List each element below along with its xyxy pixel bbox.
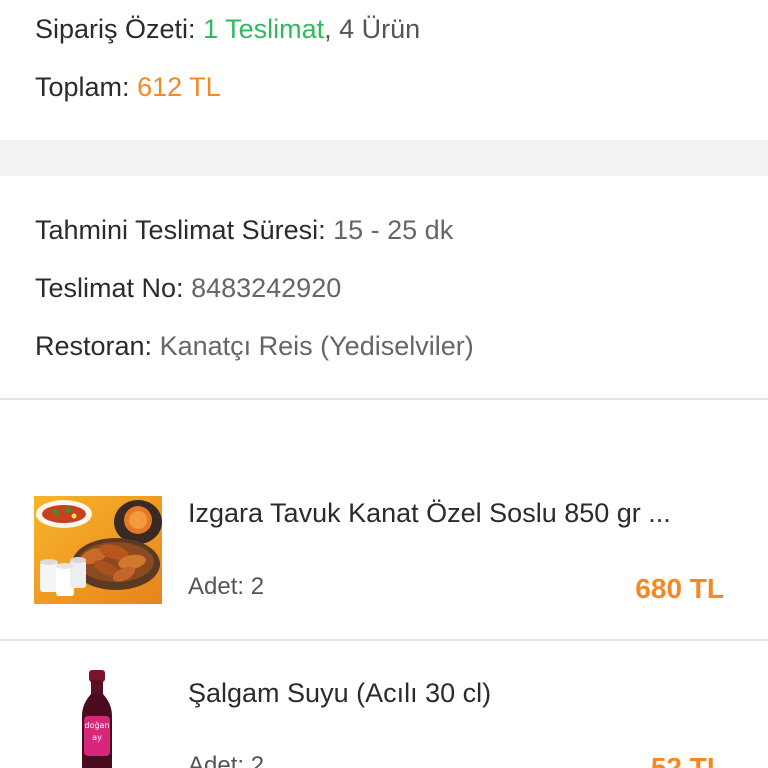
order-detail-page: Sipariş Özeti: 1 Teslimat, 4 Ürün Toplam… bbox=[0, 0, 768, 768]
total-line: Toplam: 612 TL bbox=[35, 70, 221, 104]
divider bbox=[0, 639, 768, 641]
restaurant-label: Restoran: bbox=[35, 331, 153, 361]
section-separator bbox=[0, 140, 768, 176]
restaurant-value[interactable]: Kanatçı Reis (Yediselviler) bbox=[160, 331, 474, 361]
delivery-count: 1 Teslimat bbox=[203, 14, 325, 44]
item-count: , 4 Ürün bbox=[324, 14, 421, 44]
order-summary-section: Sipariş Özeti: 1 Teslimat, 4 Ürün Toplam… bbox=[0, 0, 768, 140]
product-quantity: Adet: 2 bbox=[188, 573, 265, 600]
eta-label: Tahmini Teslimat Süresi: bbox=[35, 215, 326, 245]
eta-line: Tahmini Teslimat Süresi: 15 - 25 dk bbox=[35, 213, 453, 247]
delivery-number-value: 8483242920 bbox=[191, 273, 342, 303]
product-price: 52 TL bbox=[650, 752, 724, 768]
product-price: 680 TL bbox=[635, 573, 724, 604]
product-name: Şalgam Suyu (Acılı 30 cl) bbox=[188, 678, 492, 708]
restaurant-line: Restoran: Kanatçı Reis (Yediselviler) bbox=[35, 329, 474, 363]
salgam-bottle-image: doğan ay bbox=[82, 670, 112, 768]
bottle-label-text: ay bbox=[92, 733, 102, 742]
order-summary-line: Sipariş Özeti: 1 Teslimat, 4 Ürün bbox=[35, 12, 420, 46]
product-image bbox=[34, 496, 162, 604]
product-name: Izgara Tavuk Kanat Özel Soslu 850 gr ... bbox=[188, 498, 671, 528]
product-image: doğan ay bbox=[76, 670, 118, 768]
divider bbox=[0, 398, 768, 400]
grilled-chicken-wings-image bbox=[34, 496, 162, 604]
total-value: 612 TL bbox=[137, 72, 221, 102]
order-summary-label: Sipariş Özeti: bbox=[35, 14, 196, 44]
delivery-info-section: Tahmini Teslimat Süresi: 15 - 25 dk Tesl… bbox=[0, 176, 768, 398]
product-quantity: Adet: 2 bbox=[188, 752, 265, 768]
delivery-number-line: Teslimat No: 8483242920 bbox=[35, 271, 341, 305]
eta-value: 15 - 25 dk bbox=[333, 215, 454, 245]
bottle-label-text: doğan bbox=[84, 721, 109, 730]
delivery-number-label: Teslimat No: bbox=[35, 273, 184, 303]
total-label: Toplam: bbox=[35, 72, 130, 102]
